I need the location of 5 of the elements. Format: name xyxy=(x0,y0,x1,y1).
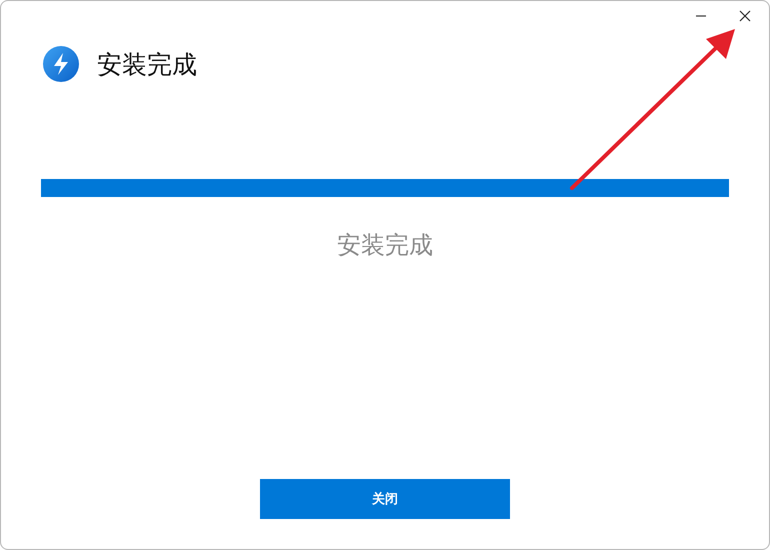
window-title: 安装完成 xyxy=(97,48,197,80)
status-text: 安装完成 xyxy=(336,230,434,261)
close-icon[interactable] xyxy=(739,10,751,22)
close-button[interactable]: 关闭 xyxy=(260,479,510,519)
lightning-logo-icon xyxy=(43,46,79,82)
